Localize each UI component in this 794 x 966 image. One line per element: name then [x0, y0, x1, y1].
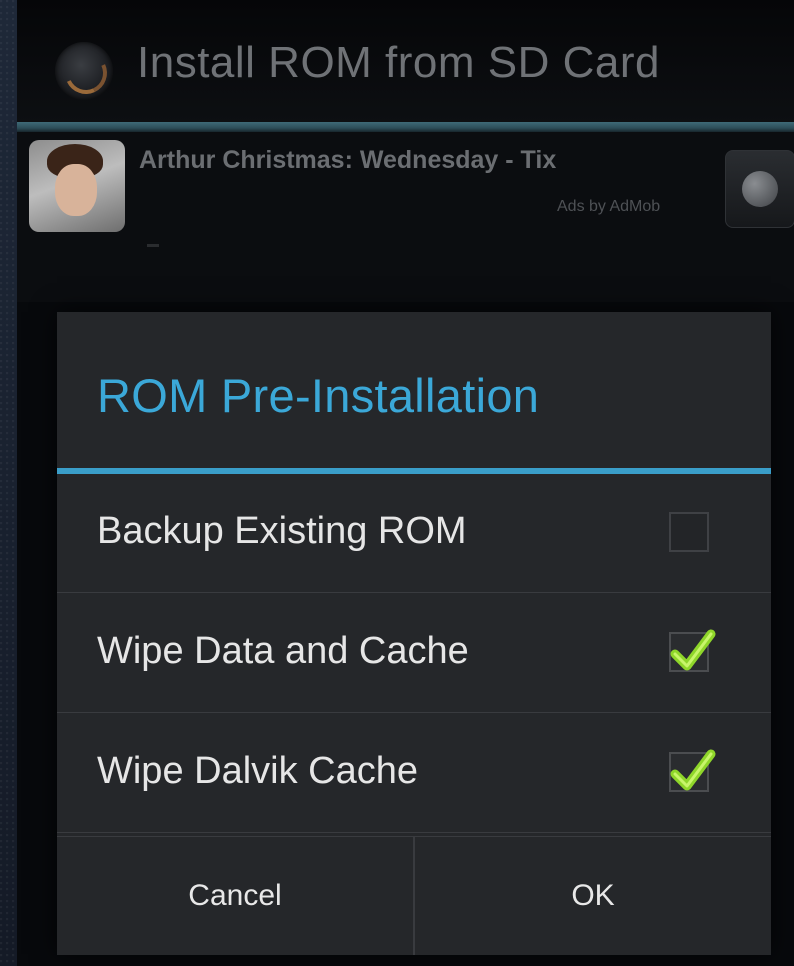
wipe-dalvik-checkbox[interactable]: [669, 749, 716, 792]
app-icon[interactable]: [55, 42, 113, 100]
ad-banner[interactable]: Arthur Christmas: Wednesday - Tix Ads by…: [17, 132, 794, 302]
dialog-button-bar: Cancel OK: [57, 836, 771, 955]
globe-icon[interactable]: [725, 150, 794, 228]
ad-title[interactable]: Arthur Christmas: Wednesday - Tix: [139, 146, 556, 175]
action-bar: Install ROM from SD Card: [17, 0, 794, 124]
option-row-wipe-dalvik-cache[interactable]: Wipe Dalvik Cache: [57, 714, 771, 833]
action-bar-divider: [17, 122, 794, 132]
option-label: Backup Existing ROM: [97, 510, 467, 552]
option-row-backup-existing-rom[interactable]: Backup Existing ROM: [57, 474, 771, 593]
ok-button[interactable]: OK: [415, 837, 771, 955]
ad-provider-label: Ads by AdMob: [557, 198, 661, 215]
action-bar-title: Install ROM from SD Card: [137, 38, 660, 87]
backup-rom-checkbox[interactable]: [669, 512, 709, 552]
checkmark-icon: [670, 629, 716, 671]
dialog-title: ROM Pre-Installation: [97, 369, 540, 422]
checkmark-icon: [670, 749, 716, 791]
option-label: Wipe Dalvik Cache: [97, 750, 418, 792]
ad-divider: [147, 244, 159, 247]
option-label: Wipe Data and Cache: [97, 630, 469, 672]
phone-screen: Install ROM from SD Card Arthur Christma…: [17, 0, 794, 966]
wipe-data-checkbox[interactable]: [669, 629, 716, 672]
option-row-wipe-data-and-cache[interactable]: Wipe Data and Cache: [57, 594, 771, 713]
ad-thumbnail: [29, 140, 125, 232]
pre-installation-dialog: ROM Pre-Installation Backup Existing ROM…: [57, 312, 771, 955]
cancel-button[interactable]: Cancel: [57, 837, 413, 955]
device-frame: Install ROM from SD Card Arthur Christma…: [0, 0, 794, 966]
